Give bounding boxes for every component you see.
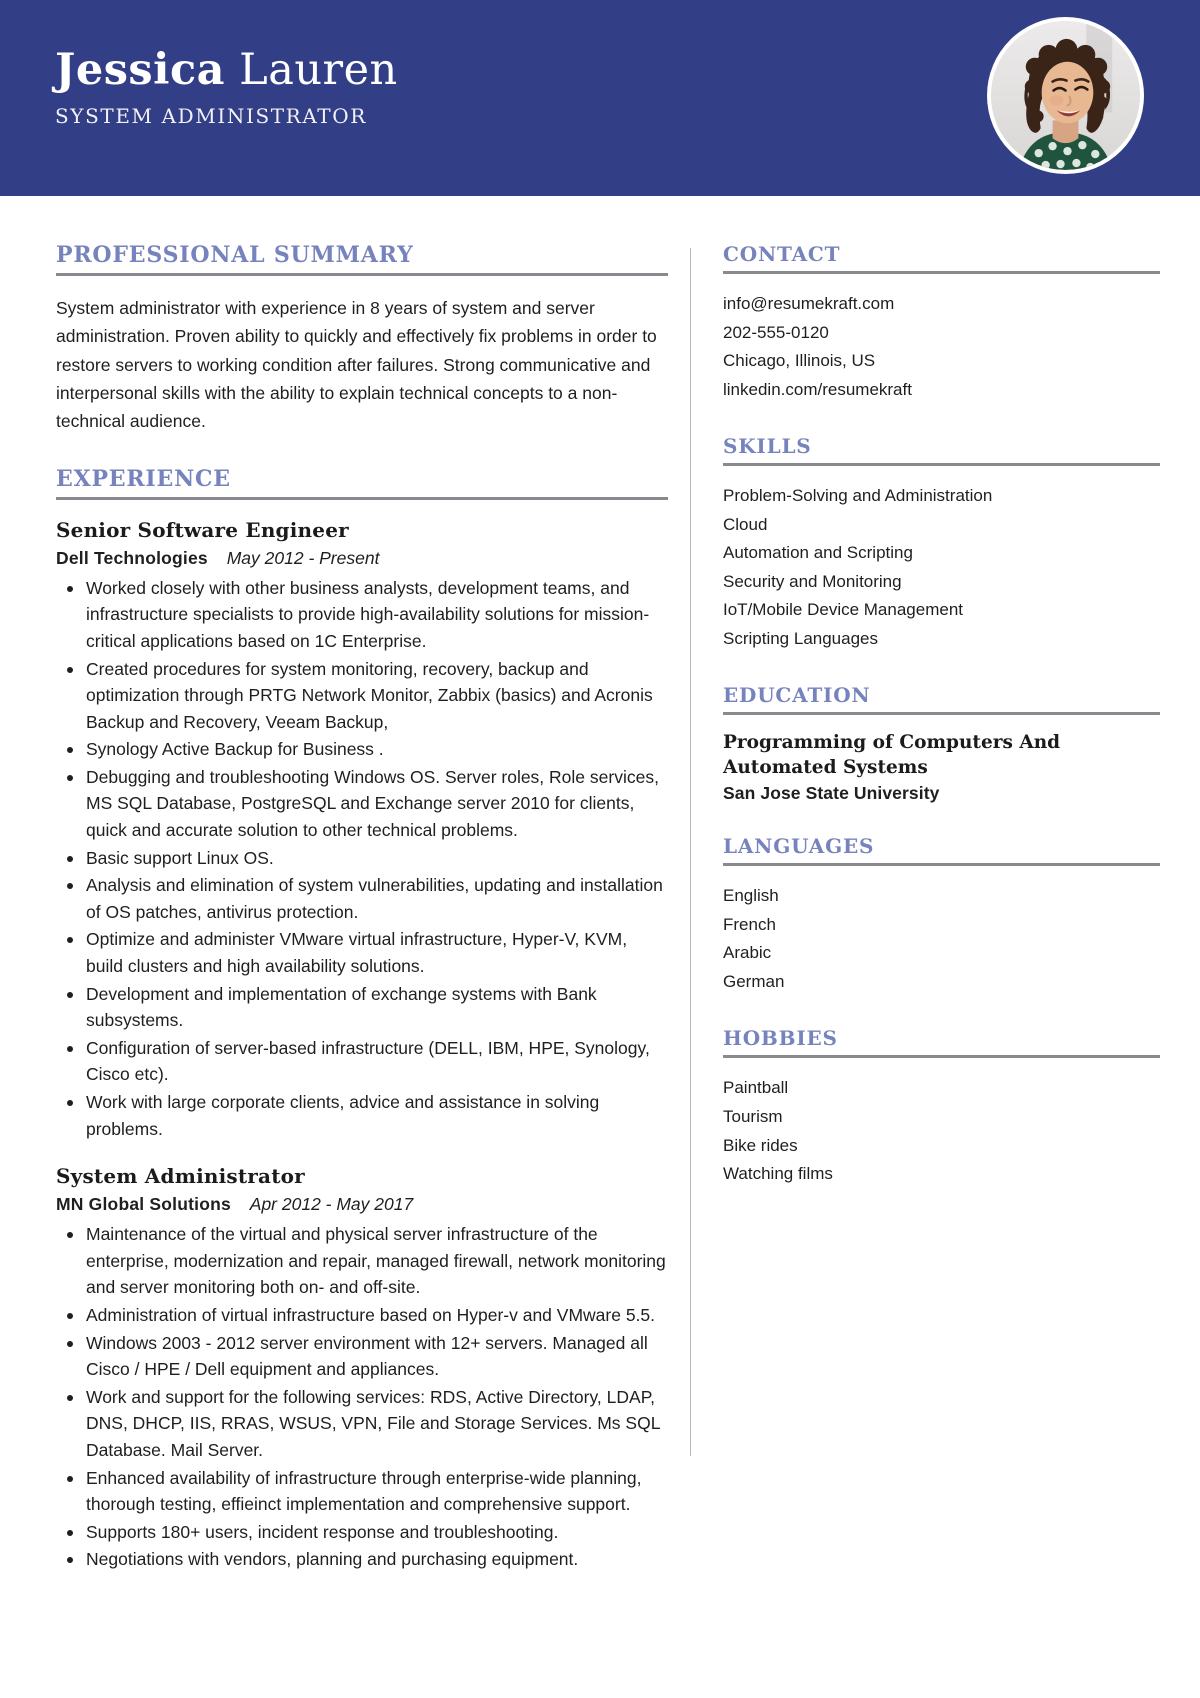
job-bullet: Maintenance of the virtual and physical …: [67, 1221, 668, 1301]
heading-underline: [723, 271, 1160, 274]
contact-phone[interactable]: 202-555-0120: [723, 319, 1160, 348]
section-experience: EXPERIENCE Senior Software Engineer Dell…: [56, 466, 668, 1573]
contact-linkedin[interactable]: linkedin.com/resumekraft: [723, 376, 1160, 405]
job-bullet: Supports 180+ users, incident response a…: [67, 1519, 668, 1546]
education-school: San Jose State University: [723, 783, 940, 804]
heading-underline: [56, 496, 668, 500]
main-column: PROFESSIONAL SUMMARY System administrato…: [0, 242, 690, 1603]
section-education: EDUCATION Programming of Computers And A…: [723, 683, 1160, 804]
contact-list: info@resumekraft.com 202-555-0120 Chicag…: [723, 290, 1160, 404]
candidate-last-name: Lauren: [239, 45, 398, 95]
job-bullet: Debugging and troubleshooting Windows OS…: [67, 764, 668, 844]
section-heading-summary: PROFESSIONAL SUMMARY: [56, 242, 414, 268]
experience-entry: System Administrator MN Global Solutions…: [56, 1164, 668, 1573]
job-bullet: Optimize and administer VMware virtual i…: [67, 926, 668, 979]
section-skills: SKILLS Problem-Solving and Administratio…: [723, 434, 1160, 653]
contact-email[interactable]: info@resumekraft.com: [723, 290, 1160, 319]
hobby-item: Bike rides: [723, 1135, 798, 1155]
job-bullet-list: Maintenance of the virtual and physical …: [56, 1221, 668, 1573]
job-dates: May 2012 - Present: [226, 547, 380, 568]
summary-text: System administrator with experience in …: [56, 298, 657, 432]
skill-item: Cloud: [723, 514, 768, 534]
language-item: French: [723, 914, 776, 934]
heading-underline: [56, 273, 668, 276]
section-heading-experience: EXPERIENCE: [56, 465, 231, 492]
job-bullet: Administration of virtual infrastructure…: [67, 1302, 668, 1329]
hobby-item: Paintball: [723, 1078, 789, 1098]
heading-underline: [723, 1055, 1160, 1059]
language-item: English: [723, 886, 779, 906]
job-meta: Dell Technologies May 2012 - Present: [56, 548, 668, 569]
language-item: German: [723, 971, 785, 991]
section-languages: LANGUAGES English French Arabic German: [723, 834, 1160, 996]
heading-underline: [723, 863, 1160, 867]
candidate-job-title: SYSTEM ADMINISTRATOR: [55, 104, 367, 129]
portrait-illustration: [991, 21, 1140, 170]
job-bullet: Windows 2003 - 2012 server environment w…: [67, 1330, 668, 1383]
skill-item: Automation and Scripting: [723, 543, 913, 563]
job-bullet: Synology Active Backup for Business .: [67, 736, 668, 763]
sidebar-column: CONTACT info@resumekraft.com 202-555-012…: [691, 242, 1200, 1603]
job-role: Senior Software Engineer: [56, 517, 349, 542]
language-item: Arabic: [723, 943, 772, 963]
section-heading-hobbies: HOBBIES: [723, 1026, 838, 1051]
resume-body: PROFESSIONAL SUMMARY System administrato…: [0, 196, 1200, 1603]
job-role: System Administrator: [56, 1164, 305, 1189]
skill-item: IoT/Mobile Device Management: [723, 600, 964, 620]
hobby-item: Tourism: [723, 1107, 783, 1127]
avatar: [987, 17, 1144, 174]
job-dates: Apr 2012 - May 2017: [249, 1194, 414, 1215]
hobby-item: Watching films: [723, 1164, 833, 1184]
job-bullet: Work and support for the following servi…: [67, 1384, 668, 1464]
contact-location: Chicago, Illinois, US: [723, 351, 876, 371]
skill-item: Scripting Languages: [723, 628, 879, 648]
job-bullet: Enhanced availability of infrastructure …: [67, 1465, 668, 1518]
section-heading-skills: SKILLS: [723, 434, 812, 459]
heading-underline: [723, 463, 1160, 467]
job-company: MN Global Solutions: [56, 1194, 231, 1215]
job-bullet: Negotiations with vendors, planning and …: [67, 1546, 668, 1573]
hobbies-list: Paintball Tourism Bike rides Watching fi…: [723, 1074, 1160, 1188]
education-degree: Programming of Computers And Automated S…: [723, 732, 1061, 778]
section-professional-summary: PROFESSIONAL SUMMARY System administrato…: [56, 242, 668, 436]
section-heading-education: EDUCATION: [723, 683, 871, 708]
skills-list: Problem-Solving and Administration Cloud…: [723, 482, 1160, 653]
resume-header: Jessica Lauren SYSTEM ADMINISTRATOR: [0, 0, 1200, 196]
candidate-name: Jessica Lauren: [55, 45, 398, 95]
section-contact: CONTACT info@resumekraft.com 202-555-012…: [723, 242, 1160, 404]
job-bullet-list: Worked closely with other business analy…: [56, 575, 668, 1142]
heading-underline: [723, 712, 1160, 716]
section-hobbies: HOBBIES Paintball Tourism Bike rides Wat…: [723, 1026, 1160, 1188]
candidate-first-name: Jessica: [55, 45, 225, 95]
resume-page: Jessica Lauren SYSTEM ADMINISTRATOR PROF…: [0, 0, 1200, 1698]
job-bullet: Basic support Linux OS.: [67, 845, 668, 872]
experience-entry: Senior Software Engineer Dell Technologi…: [56, 518, 668, 1142]
job-bullet: Configuration of server-based infrastruc…: [67, 1035, 668, 1088]
job-meta: MN Global Solutions Apr 2012 - May 2017: [56, 1194, 668, 1215]
profile-photo: [991, 21, 1140, 170]
section-heading-languages: LANGUAGES: [723, 834, 875, 859]
skill-item: Problem-Solving and Administration: [723, 486, 993, 506]
header-text-group: Jessica Lauren SYSTEM ADMINISTRATOR: [55, 45, 398, 129]
job-bullet: Created procedures for system monitoring…: [67, 656, 668, 736]
section-heading-contact: CONTACT: [723, 242, 841, 266]
skill-item: Security and Monitoring: [723, 571, 902, 591]
job-bullet: Development and implementation of exchan…: [67, 981, 668, 1034]
languages-list: English French Arabic German: [723, 882, 1160, 996]
job-bullet: Analysis and elimination of system vulne…: [67, 872, 668, 925]
job-bullet: Work with large corporate clients, advic…: [67, 1089, 668, 1142]
job-company: Dell Technologies: [56, 547, 208, 568]
job-bullet: Worked closely with other business analy…: [67, 575, 668, 655]
